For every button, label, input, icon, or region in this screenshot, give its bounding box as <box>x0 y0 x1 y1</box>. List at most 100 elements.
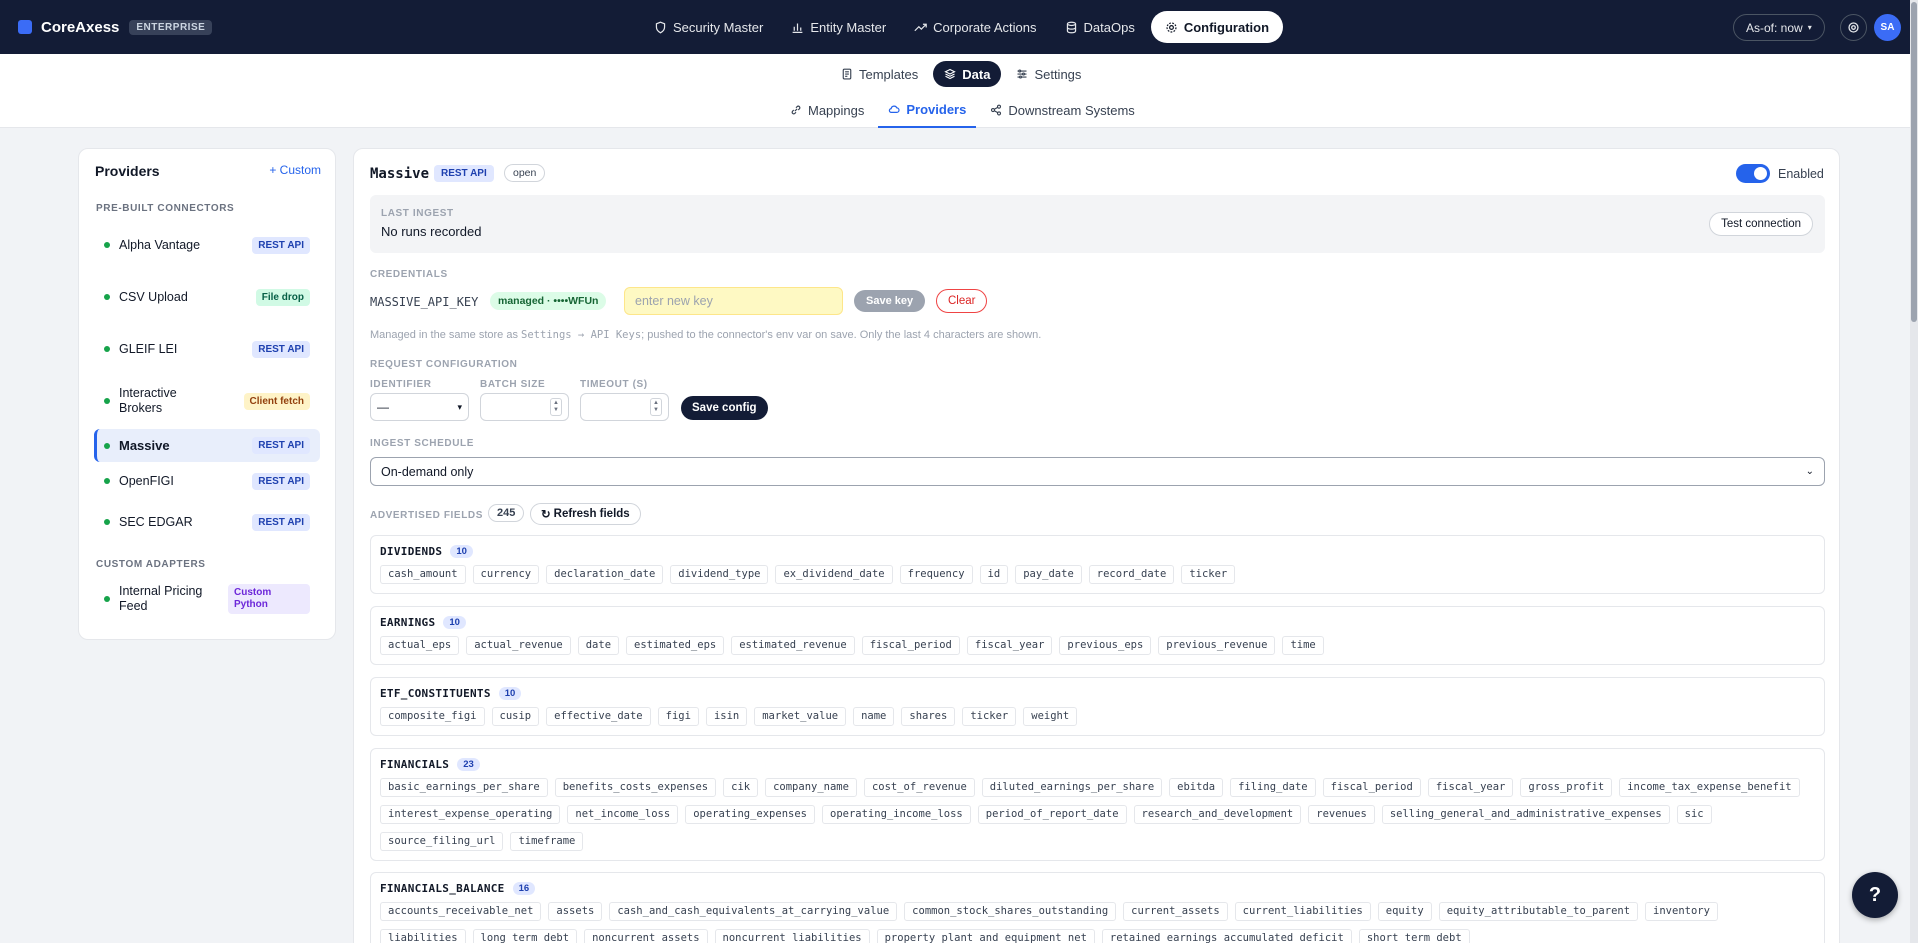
scrollbar-thumb[interactable] <box>1911 2 1917 322</box>
identifier-select[interactable]: — ▾ <box>370 393 469 421</box>
nav-entity-master[interactable]: Entity Master <box>779 11 898 43</box>
avatar[interactable]: SA <box>1874 14 1901 41</box>
group-header: FINANCIALS_BALANCE 16 <box>380 882 536 895</box>
save-config-button[interactable]: Save config <box>681 396 768 420</box>
field-chip: pay_date <box>1015 565 1082 584</box>
add-custom-button[interactable]: + Custom <box>269 163 321 177</box>
field-group-financials-balance: FINANCIALS_BALANCE 16 accounts_receivable_… <box>370 872 1825 943</box>
providers-panel: Providers + Custom PRE-BUILT CONNECTORS … <box>78 148 336 640</box>
test-connection-button[interactable]: Test connection <box>1709 212 1813 236</box>
provider-detail-panel: Massive REST API open Enabled LAST INGES… <box>353 148 1840 943</box>
layers-icon <box>944 68 957 80</box>
field-chip: selling_general_and_administrative_expen… <box>1381 805 1670 824</box>
field-chips: composite_figi cusip effective_date figi isi… <box>380 707 1810 726</box>
status-dot <box>104 596 110 602</box>
nav-dataops[interactable]: DataOps <box>1053 11 1147 43</box>
field-chip: cash_and_cash_equivalents_at_carrying_va… <box>609 902 898 921</box>
provider-badge: Client fetch <box>243 392 310 410</box>
provider-item-sec-edgar[interactable]: SEC EDGAR REST API <box>94 504 320 540</box>
provider-badge: REST API <box>252 437 310 454</box>
api-key-input[interactable]: enter new key <box>624 287 843 315</box>
field-chip: previous_revenue <box>1158 636 1276 655</box>
sub-header: Templates Data Settings Mappings Provide… <box>0 54 1910 128</box>
group-header: EARNINGS 10 <box>380 616 466 629</box>
nav-corporate-actions[interactable]: Corporate Actions <box>902 11 1048 43</box>
provider-item-massive[interactable]: Massive REST API <box>94 429 320 462</box>
clear-key-button[interactable]: Clear <box>936 289 988 313</box>
help-button[interactable]: ? <box>1852 872 1898 918</box>
tab-mappings[interactable]: Mappings <box>780 92 874 128</box>
field-chips: actual_eps actual_revenue date estimated_ep… <box>380 636 1810 655</box>
tab-settings[interactable]: Settings <box>1005 61 1092 87</box>
status-dot <box>104 398 110 404</box>
field-chip: benefits_costs_expenses <box>554 778 717 797</box>
provider-item-gleif-lei[interactable]: GLEIF LEI REST API <box>94 331 320 367</box>
field-chip: ticker <box>962 707 1017 726</box>
tab-data[interactable]: Data <box>933 61 1002 87</box>
timeout-input[interactable]: ▲ ▼ <box>580 393 669 421</box>
field-chip: interest_expense_operating <box>380 805 561 824</box>
key-name: MASSIVE_API_KEY <box>370 295 479 309</box>
stepper-icon[interactable]: ▲ ▼ <box>650 398 662 416</box>
field-chip: name <box>853 707 895 726</box>
refresh-label: Refresh fields <box>553 508 630 520</box>
field-chip: short_term_debt <box>1358 929 1470 943</box>
settings-button[interactable] <box>1840 14 1867 41</box>
field-chip: liabilities <box>380 929 466 943</box>
batch-size-input[interactable]: ▲ ▼ <box>480 393 569 421</box>
refresh-fields-button[interactable]: ↻ Refresh fields <box>530 503 641 525</box>
nav-configuration[interactable]: Configuration <box>1150 11 1284 43</box>
section-tabs: Templates Data Settings <box>830 61 1092 87</box>
app-name: CoreAxess <box>41 18 120 36</box>
enabled-toggle[interactable] <box>1736 164 1770 183</box>
field-chip: estimated_revenue <box>731 636 855 655</box>
nav-security-master[interactable]: Security Master <box>642 11 775 43</box>
tab-label: Settings <box>1034 66 1082 82</box>
field-chip: previous_eps <box>1059 636 1152 655</box>
field-chip: date <box>577 636 620 655</box>
last-ingest-box: LAST INGEST No runs recorded Test connec… <box>370 195 1825 253</box>
field-chip: accounts_receivable_net <box>380 902 542 921</box>
ingest-schedule-select[interactable]: On-demand only ⌄ <box>370 457 1825 486</box>
provider-item-internal-pricing-feed[interactable]: Internal Pricing Feed Custom Python <box>94 581 320 617</box>
field-chip: property_plant_and_equipment_net <box>876 929 1095 943</box>
tab-templates[interactable]: Templates <box>830 61 929 87</box>
brand[interactable]: CoreAxess ENTERPRISE <box>18 18 213 36</box>
field-group-earnings: EARNINGS 10 actual_eps actual_revenue date es… <box>370 606 1825 665</box>
credentials-label: CREDENTIALS <box>370 269 448 280</box>
field-chip: ebitda <box>1169 778 1224 797</box>
status-dot <box>104 346 110 352</box>
field-chip: equity_attributable_to_parent <box>1438 902 1639 921</box>
last-ingest-label: LAST INGEST <box>381 208 454 219</box>
field-group-etf-constituents: ETF_CONSTITUENTS 10 composite_figi cusip eff… <box>370 677 1825 736</box>
logo-icon <box>18 20 32 34</box>
field-chip: filing_date <box>1230 778 1316 797</box>
field-chip: retained_earnings_accumulated_deficit <box>1101 929 1352 943</box>
batch-size-label: BATCH SIZE <box>480 379 546 390</box>
field-chip: fiscal_year <box>1427 778 1514 797</box>
field-chip: basic_earnings_per_share <box>380 778 548 797</box>
field-chip: cash_amount <box>380 565 466 584</box>
provider-badge: REST API <box>252 236 310 254</box>
nav-label: Entity Master <box>810 19 887 35</box>
stepper-icon[interactable]: ▲ ▼ <box>550 398 562 416</box>
as-of-dropdown[interactable]: As-of: now ▾ <box>1733 14 1825 41</box>
tab-label: Templates <box>859 66 919 82</box>
group-count: 16 <box>512 882 536 895</box>
field-chip: company_name <box>765 778 857 797</box>
fields-count-badge: 245 <box>488 504 525 522</box>
cloud-icon <box>889 105 900 113</box>
provider-item-csv-upload[interactable]: CSV Upload File drop <box>94 279 320 315</box>
provider-item-openfigi[interactable]: OpenFIGI REST API <box>94 467 320 495</box>
tab-downstream-systems[interactable]: Downstream Systems <box>980 92 1144 128</box>
chevron-down-icon: ▾ <box>1807 23 1812 32</box>
provider-item-alpha-vantage[interactable]: Alpha Vantage REST API <box>94 227 320 263</box>
save-key-button[interactable]: Save key <box>854 290 926 312</box>
provider-item-interactive-brokers[interactable]: Interactive Brokers Client fetch <box>94 383 320 419</box>
page-scrollbar[interactable] <box>1910 0 1918 943</box>
group-count: 10 <box>443 616 466 629</box>
provider-name: Alpha Vantage <box>119 237 201 252</box>
sliders-icon <box>1017 69 1027 79</box>
tab-providers[interactable]: Providers <box>878 92 977 128</box>
group-name: EARNINGS <box>380 616 436 629</box>
